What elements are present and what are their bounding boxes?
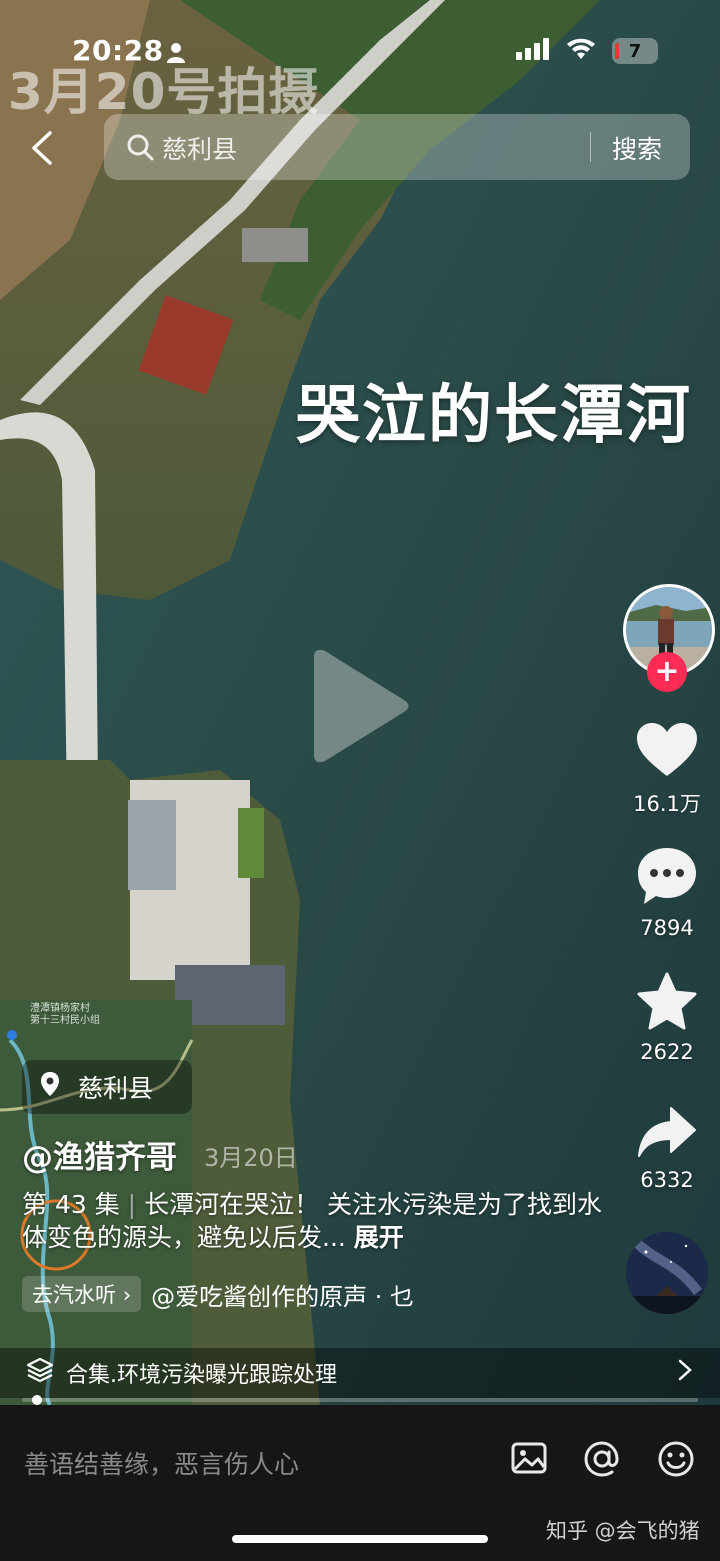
heart-icon bbox=[636, 723, 698, 782]
location-pin-icon bbox=[40, 1071, 60, 1103]
post-date: 3月20日 bbox=[204, 1144, 298, 1172]
search-input[interactable]: 慈利县 bbox=[162, 130, 237, 166]
progress-handle[interactable] bbox=[32, 1395, 42, 1405]
comment-bar: 善语结善缘，恶言伤人心 知乎 @会飞的猪 bbox=[0, 1405, 720, 1561]
signal-icon bbox=[516, 38, 550, 64]
source-credit: 知乎 @会飞的猪 bbox=[546, 1519, 700, 1543]
share-icon bbox=[637, 1107, 697, 1162]
status-indicators: 7 bbox=[516, 38, 658, 64]
music-row[interactable]: 去汽水听 › @爱吃酱创作的原声 · 乜 bbox=[22, 1276, 414, 1312]
collection-bar[interactable]: 合集.环境污染曝光跟踪处理 bbox=[0, 1348, 720, 1398]
favorite-count: 2622 bbox=[640, 1040, 694, 1064]
like-count: 16.1万 bbox=[633, 792, 701, 816]
comment-button[interactable]: 7894 bbox=[626, 846, 708, 940]
comment-icon bbox=[636, 848, 698, 910]
episode-number: 第 43 集 bbox=[22, 1190, 120, 1219]
comment-input[interactable]: 善语结善缘，恶言伤人心 bbox=[24, 1445, 299, 1481]
favorite-button[interactable]: 2622 bbox=[626, 972, 708, 1064]
emoji-icon[interactable] bbox=[656, 1439, 696, 1483]
follow-button[interactable]: + bbox=[647, 652, 687, 692]
chevron-right-icon bbox=[678, 1359, 692, 1387]
music-title[interactable]: @爱吃酱创作的原声 · 乜 bbox=[151, 1277, 414, 1312]
map-inset-label: 澧潭镇杨家村 第十三村民小组 bbox=[30, 1003, 100, 1026]
share-button[interactable]: 6332 bbox=[626, 1106, 708, 1192]
at-icon[interactable] bbox=[582, 1439, 622, 1483]
comment-count: 7894 bbox=[640, 916, 694, 940]
search-divider bbox=[590, 132, 591, 162]
share-count: 6332 bbox=[640, 1168, 694, 1192]
star-icon bbox=[637, 972, 697, 1034]
expand-button[interactable]: 展开 bbox=[354, 1223, 404, 1252]
episode-separator: | bbox=[127, 1190, 137, 1219]
layers-icon bbox=[26, 1356, 54, 1390]
back-icon[interactable] bbox=[28, 130, 58, 166]
location-name: 慈利县 bbox=[78, 1074, 154, 1103]
video-progress-bar[interactable] bbox=[22, 1398, 698, 1402]
music-disc[interactable] bbox=[626, 1232, 708, 1314]
home-indicator[interactable] bbox=[232, 1535, 488, 1543]
collection-label: 合集.环境污染曝光跟踪处理 bbox=[66, 1363, 337, 1388]
location-tag[interactable]: 慈利县 bbox=[22, 1060, 192, 1114]
music-app-tag[interactable]: 去汽水听 › bbox=[22, 1276, 142, 1312]
like-button[interactable]: 16.1万 bbox=[626, 722, 708, 818]
wifi-icon bbox=[566, 38, 596, 64]
search-icon bbox=[126, 133, 154, 165]
video-description[interactable]: 第 43 集 | 长潭河在哭泣！ 关注水污染是为了找到水体变色的源头，避免以后发… bbox=[22, 1188, 622, 1254]
search-bar[interactable]: 慈利县 搜索 bbox=[104, 114, 690, 180]
image-icon[interactable] bbox=[510, 1439, 548, 1481]
search-button[interactable]: 搜索 bbox=[612, 130, 662, 166]
battery-indicator: 7 bbox=[612, 38, 658, 64]
author-handle[interactable]: @渔猎齐哥 bbox=[22, 1132, 177, 1177]
video-caption-overlay: 哭泣的长潭河 bbox=[296, 379, 692, 453]
play-icon[interactable] bbox=[310, 649, 410, 766]
